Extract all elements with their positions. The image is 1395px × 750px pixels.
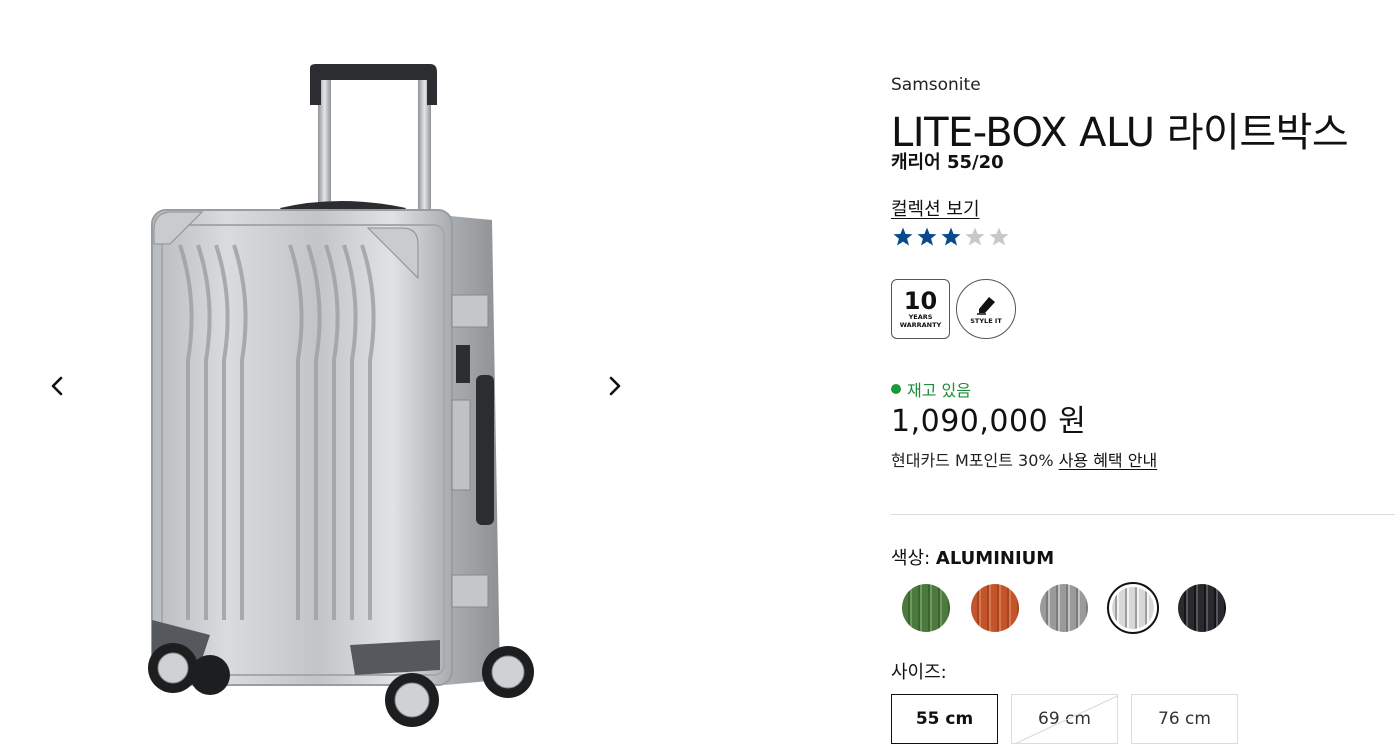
product-image [148,64,534,727]
size-options: 55 cm 69 cm 76 cm [891,694,1238,744]
swatch-copper-circle[interactable] [970,583,1019,632]
brand-name: Samsonite [891,75,981,95]
swatch-black-circle[interactable] [1177,583,1226,632]
color-label: 색상: ALUMINIUM [891,544,1054,570]
in-stock-dot-icon [891,384,901,394]
product-subtitle: 캐리어 55/20 [891,152,1004,173]
chevron-right-icon [609,376,621,396]
swatch-copper[interactable] [960,580,1029,635]
product-price: 1,090,000 원 [891,404,1087,439]
promo-text: 현대카드 M포인트 30% [891,451,1054,470]
style-it-badge[interactable]: STYLE IT [956,279,1016,339]
size-option-55[interactable]: 55 cm [891,694,998,744]
product-gallery [0,0,660,750]
gallery-prev-button[interactable] [42,370,72,402]
divider [891,514,1395,515]
product-info-panel: Samsonite LITE-BOX ALU 라이트박스 캐리어 55/20 컬… [891,0,1395,750]
warranty-years: 10 [903,287,938,315]
star-filled-icon [917,227,937,246]
pencil-icon [977,297,995,315]
style-it-label: STYLE IT [970,317,1002,325]
warranty-line1: YEARS [908,313,933,321]
swatch-green-circle[interactable] [901,583,950,632]
chevron-left-icon [51,376,63,396]
card-promo: 현대카드 M포인트 30% 사용 혜택 안내 [891,447,1157,471]
color-swatches [891,580,1236,635]
swatch-aluminium[interactable] [1098,580,1167,635]
star-filled-icon [893,227,913,246]
swatch-aluminium-circle[interactable] [1106,581,1159,634]
star-empty-icon [965,227,985,246]
star-rating[interactable] [891,225,1011,249]
swatch-grey-circle[interactable] [1039,583,1088,632]
size-option-69[interactable]: 69 cm [1011,694,1118,744]
feature-badges: 10 YEARS WARRANTY STYLE IT [891,279,1016,339]
swatch-green[interactable] [891,580,960,635]
promo-benefit-link[interactable]: 사용 혜택 안내 [1059,451,1158,470]
selected-color-name: ALUMINIUM [935,548,1055,569]
warranty-badge: 10 YEARS WARRANTY [891,279,950,339]
star-filled-icon [941,227,961,246]
size-label: 사이즈: [891,662,947,683]
swatch-black[interactable] [1167,580,1236,635]
size-option-76[interactable]: 76 cm [1131,694,1238,744]
swatch-grey[interactable] [1029,580,1098,635]
warranty-line2: WARRANTY [899,321,942,329]
star-empty-icon [989,227,1009,246]
color-label-prefix: 색상: [891,548,931,569]
gallery-next-button[interactable] [600,370,630,402]
collection-link[interactable]: 컬렉션 보기 [891,195,980,221]
